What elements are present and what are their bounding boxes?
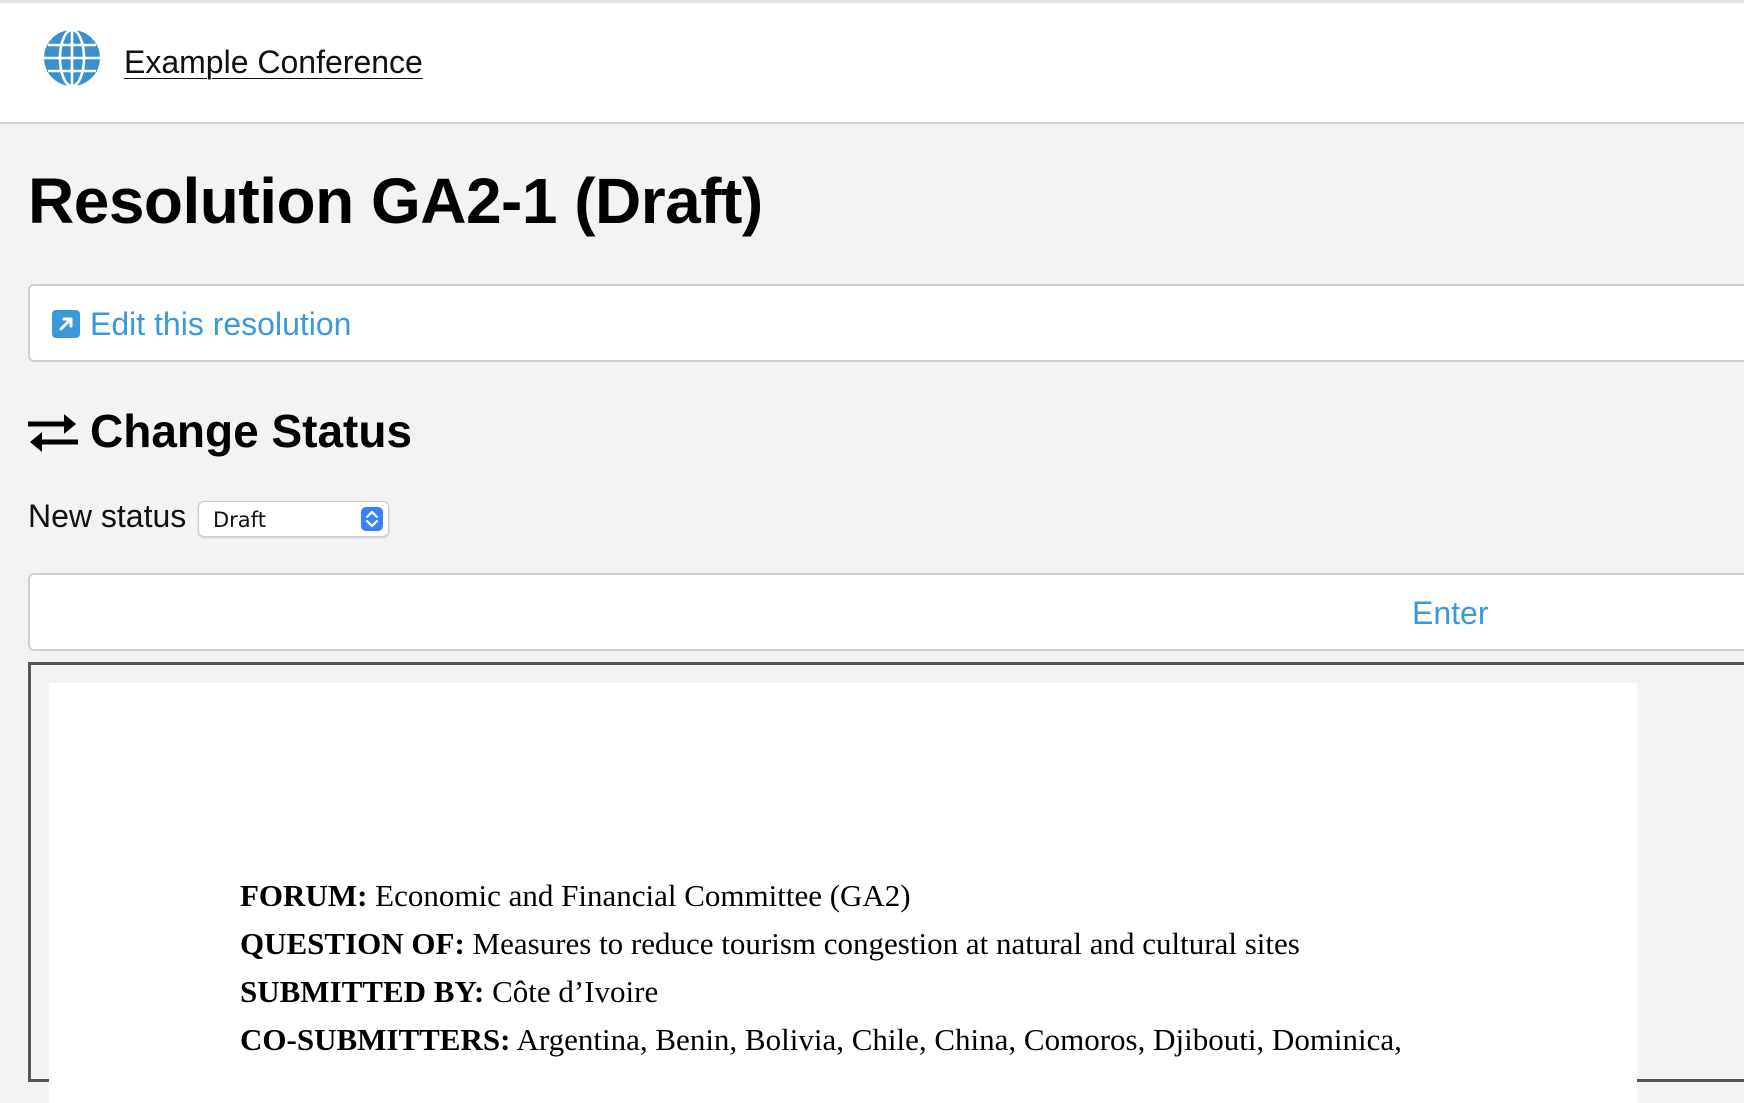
doc-question-key: QUESTION OF: [240, 926, 465, 961]
doc-forum-line: FORUM: Economic and Financial Committee … [240, 878, 911, 914]
document-page: FORUM: Economic and Financial Committee … [49, 683, 1637, 1103]
swap-arrows-icon [28, 414, 78, 452]
status-select[interactable]: Draft [198, 501, 389, 537]
chevron-updown-icon [361, 507, 383, 531]
doc-forum-value: Economic and Financial Committee (GA2) [375, 878, 911, 913]
edit-resolution-link[interactable]: Edit this resolution [90, 306, 351, 343]
doc-submitted-value: Côte d’Ivoire [492, 974, 659, 1009]
site-title-link[interactable]: Example Conference [124, 44, 423, 81]
doc-question-line: QUESTION OF: Measures to reduce tourism … [240, 926, 1300, 962]
resolution-document-viewer[interactable]: FORUM: Economic and Financial Committee … [28, 662, 1744, 1103]
doc-forum-key: FORUM: [240, 878, 368, 913]
doc-cosubmitters-line: CO-SUBMITTERS: Argentina, Benin, Bolivia… [240, 1022, 1402, 1058]
page-title: Resolution GA2-1 (Draft) [28, 165, 763, 237]
edit-resolution-panel: Edit this resolution [28, 284, 1744, 362]
doc-submitted-key: SUBMITTED BY: [240, 974, 485, 1009]
doc-cosubmitters-value: Argentina, Benin, Bolivia, Chile, China,… [516, 1022, 1402, 1057]
new-status-label: New status [28, 498, 187, 534]
status-select-value: Draft [213, 508, 266, 532]
change-status-heading: Change Status [90, 405, 413, 457]
doc-question-value: Measures to reduce tourism congestion at… [472, 926, 1300, 961]
top-bar: Example Conference [0, 0, 1744, 124]
doc-cosubmitters-key: CO-SUBMITTERS: [240, 1022, 511, 1057]
enter-button-label: Enter [1412, 595, 1489, 631]
globe-icon[interactable] [41, 27, 103, 89]
enter-button[interactable]: Enter [28, 573, 1744, 651]
external-link-icon[interactable] [52, 310, 80, 338]
browser-tab-strip [0, 0, 1744, 3]
doc-submitted-line: SUBMITTED BY: Côte d’Ivoire [240, 974, 658, 1010]
